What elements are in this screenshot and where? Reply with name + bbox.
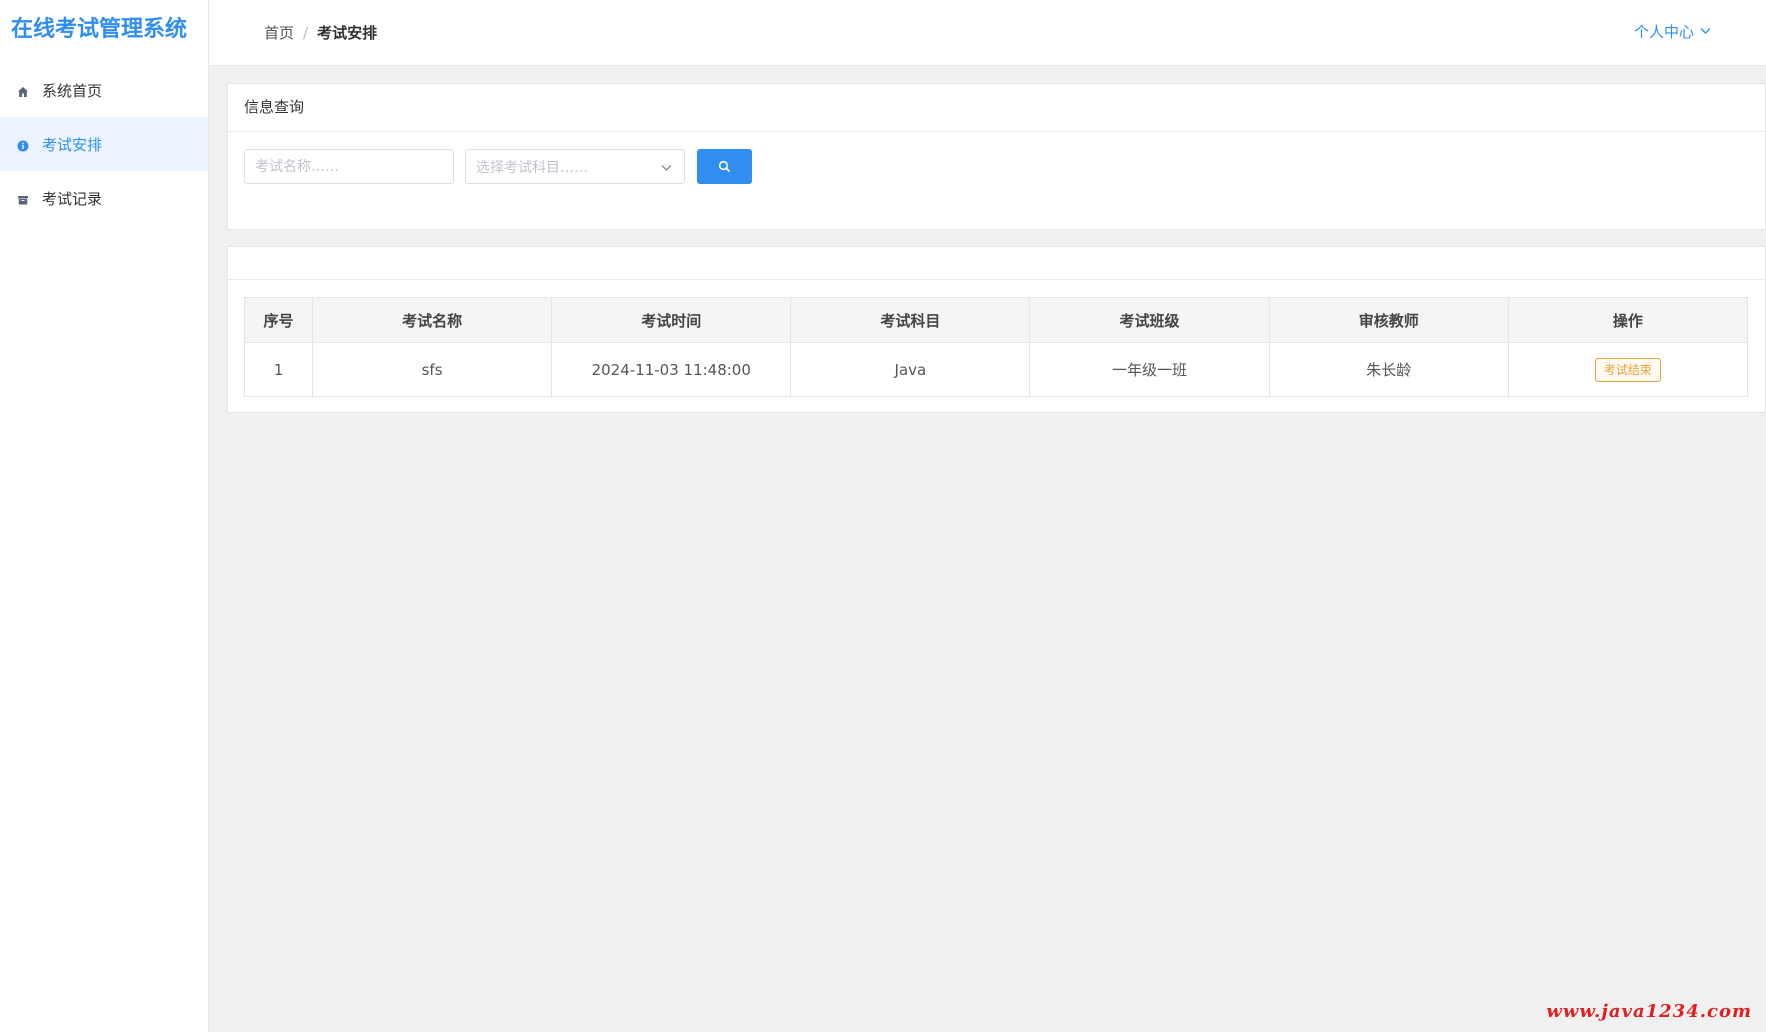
user-center-label: 个人中心 <box>1633 22 1694 41</box>
exam-ended-badge[interactable]: 考试结束 <box>1594 357 1661 382</box>
exam-subject-placeholder: 选择考试科目…… <box>476 159 588 176</box>
exam-name-input[interactable] <box>244 149 454 184</box>
column-header-index: 序号 <box>244 297 313 343</box>
search-card: 信息查询 选择考试科目…… <box>227 83 1766 230</box>
sidebar-item-label: 考试安排 <box>42 135 103 154</box>
breadcrumb-home-link[interactable]: 首页 <box>264 22 294 43</box>
cell-action: 考试结束 <box>1507 342 1749 397</box>
sidebar: 在线考试管理系统 系统首页 考试安排 考试记录 <box>0 0 209 1032</box>
search-card-title: 信息查询 <box>228 84 1765 132</box>
sidebar-item-home[interactable]: 系统首页 <box>0 63 208 117</box>
sidebar-item-exam-schedule[interactable]: 考试安排 <box>0 117 208 171</box>
home-icon <box>17 84 29 97</box>
archive-box-icon <box>17 192 29 205</box>
column-header-teacher: 审核教师 <box>1268 297 1509 343</box>
exam-subject-select[interactable]: 选择考试科目…… <box>465 149 685 184</box>
exam-table-wrapper: 序号 考试名称 考试时间 考试科目 考试班级 审核教师 操作 1 sfs 202… <box>244 297 1749 397</box>
column-header-subject: 考试科目 <box>790 297 1031 343</box>
table-card-header <box>228 247 1765 280</box>
cell-exam-subject: Java <box>790 342 1031 397</box>
breadcrumb-separator: / <box>303 23 309 42</box>
chevron-down-icon <box>1700 27 1711 35</box>
info-circle-icon <box>17 138 29 152</box>
sidebar-menu: 系统首页 考试安排 考试记录 <box>0 63 208 225</box>
breadcrumb-current: 考试安排 <box>317 24 378 42</box>
chevron-down-icon <box>661 160 672 176</box>
exam-table-card: 序号 考试名称 考试时间 考试科目 考试班级 审核教师 操作 1 sfs 202… <box>227 246 1766 413</box>
cell-exam-time: 2024-11-03 11:48:00 <box>551 342 792 397</box>
user-center-dropdown[interactable]: 个人中心 <box>1634 0 1711 62</box>
cell-index: 1 <box>244 342 313 397</box>
top-header: 首页 / 考试安排 个人中心 <box>209 0 1766 66</box>
search-form: 选择考试科目…… <box>228 132 1765 231</box>
cell-exam-class: 一年级一班 <box>1029 342 1270 397</box>
exam-table: 序号 考试名称 考试时间 考试科目 考试班级 审核教师 操作 1 sfs 202… <box>244 297 1749 397</box>
cell-teacher: 朱长龄 <box>1268 342 1509 397</box>
search-icon <box>718 160 731 173</box>
sidebar-item-label: 系统首页 <box>42 81 103 100</box>
breadcrumb: 首页 / 考试安排 <box>264 22 377 43</box>
sidebar-item-exam-record[interactable]: 考试记录 <box>0 171 208 225</box>
sidebar-item-label: 考试记录 <box>42 189 103 208</box>
table-header-row: 序号 考试名称 考试时间 考试科目 考试班级 审核教师 操作 <box>244 297 1749 343</box>
table-row: 1 sfs 2024-11-03 11:48:00 Java 一年级一班 朱长龄… <box>244 342 1749 397</box>
app-title: 在线考试管理系统 <box>11 17 188 42</box>
column-header-action: 操作 <box>1507 297 1749 343</box>
cell-exam-name: sfs <box>311 342 553 397</box>
column-header-name: 考试名称 <box>311 297 553 343</box>
search-button[interactable] <box>697 149 752 184</box>
column-header-class: 考试班级 <box>1029 297 1270 343</box>
watermark-text: www.java1234.com <box>1546 1001 1752 1022</box>
column-header-time: 考试时间 <box>551 297 792 343</box>
